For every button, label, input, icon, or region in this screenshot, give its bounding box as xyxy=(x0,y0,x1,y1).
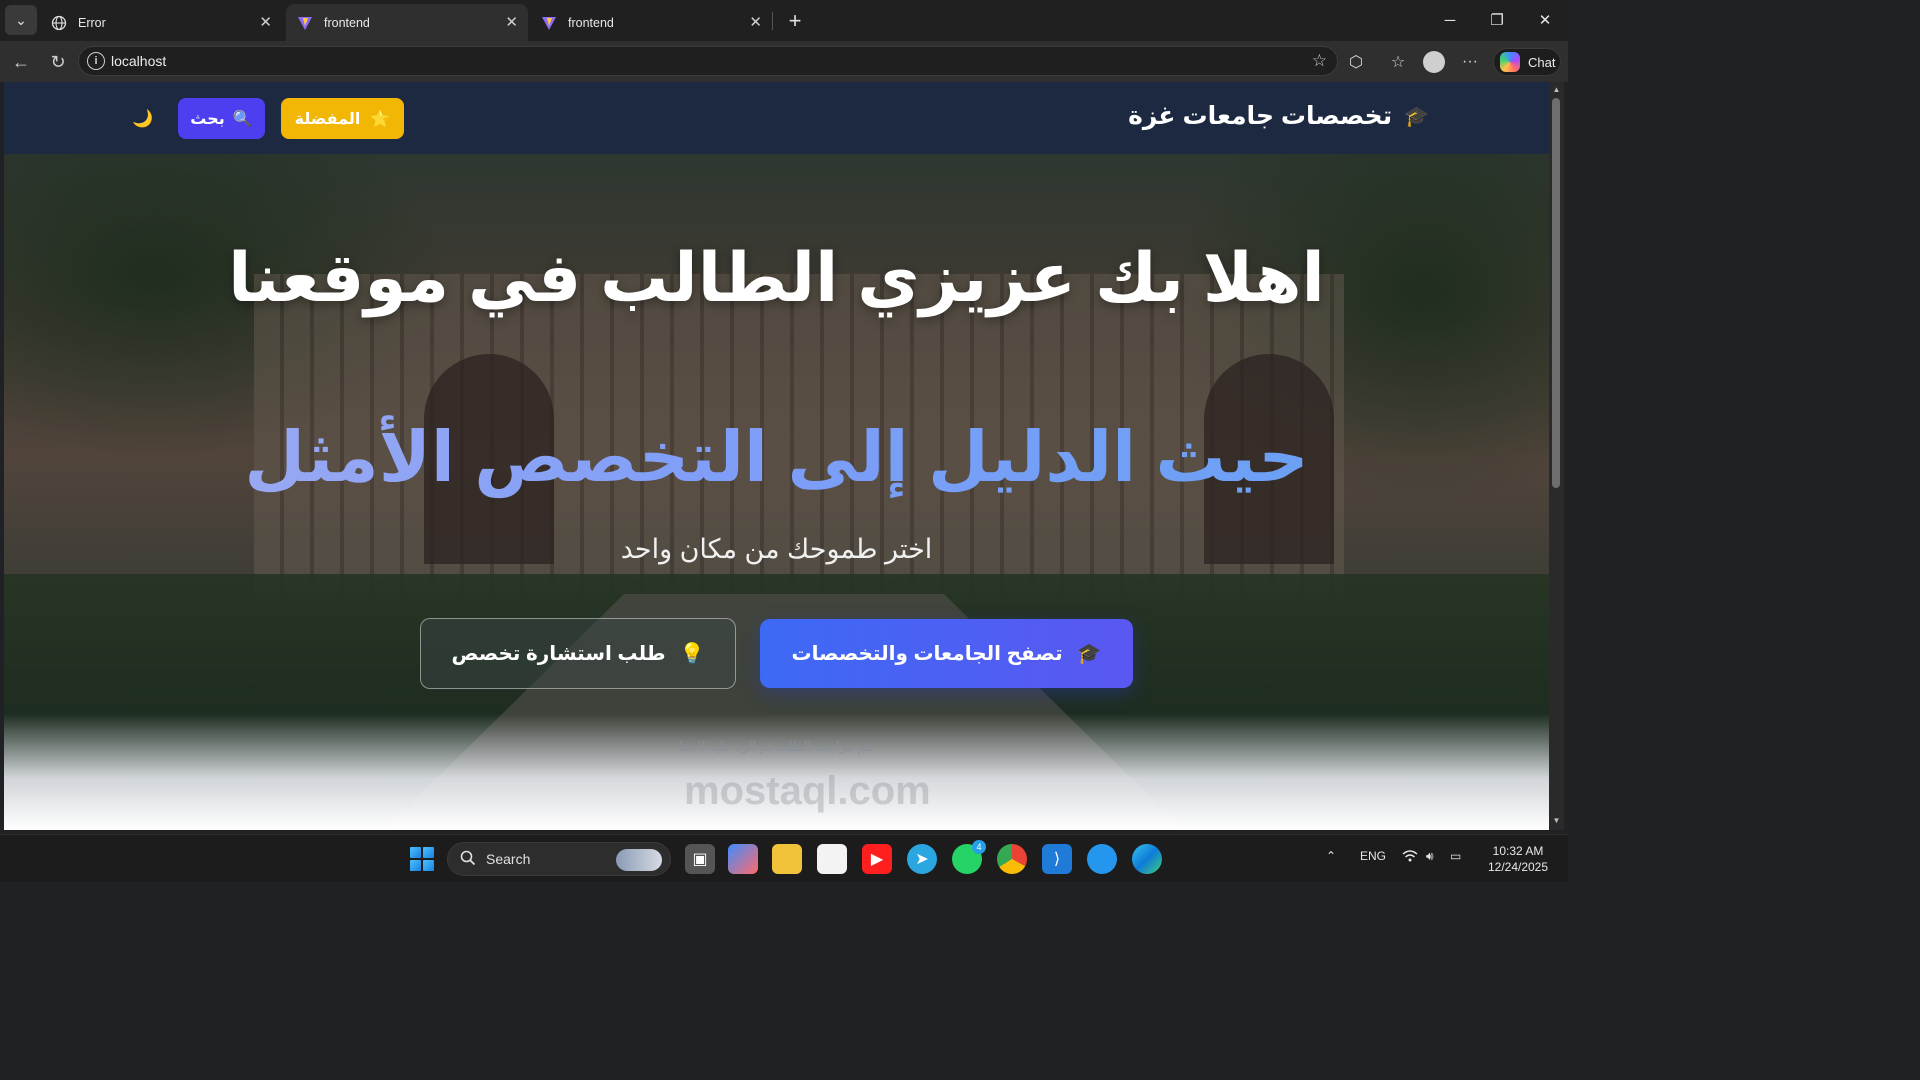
watermark: mostaql.com xyxy=(684,769,931,813)
system-clock[interactable]: 10:32 AM 12/24/2025 xyxy=(1480,843,1556,875)
chrome-icon[interactable] xyxy=(997,844,1027,874)
request-consultation-button[interactable]: 💡 طلب استشارة تخصص xyxy=(420,618,736,689)
tab-frontend-active[interactable]: frontend ✕ xyxy=(286,4,528,41)
volume-icon[interactable]: 🔊︎ xyxy=(1426,849,1434,864)
input-language[interactable]: ENG xyxy=(1360,849,1386,863)
graduation-cap-icon: 🎓 xyxy=(1404,105,1429,128)
close-tab-icon[interactable]: ✕ xyxy=(505,13,518,31)
task-view-icon[interactable]: ▣ xyxy=(685,844,715,874)
tab-actions-chevron-down-icon[interactable]: ⌄ xyxy=(5,5,37,35)
profile-avatar-icon[interactable] xyxy=(1423,51,1445,73)
scroll-up-icon[interactable]: ▲ xyxy=(1551,85,1562,95)
more-menu-icon[interactable]: ··· xyxy=(1459,51,1481,73)
copilot-chat-button[interactable]: Chat xyxy=(1493,48,1561,76)
consult-label: طلب استشارة تخصص xyxy=(451,643,666,665)
microsoft-store-icon[interactable] xyxy=(817,844,847,874)
site-header: 🎓 تخصصات جامعات غزة ⭐ المفضلة 🔍 بحث 🌙 xyxy=(4,82,1549,154)
graduation-cap-icon: 🎓 xyxy=(1076,643,1102,665)
close-tab-icon[interactable]: ✕ xyxy=(749,13,762,31)
back-arrow-icon[interactable]: ← xyxy=(8,49,34,75)
close-tab-icon[interactable]: ✕ xyxy=(259,13,272,31)
tab-divider xyxy=(772,12,773,30)
edge-icon[interactable] xyxy=(1132,844,1162,874)
brand-title: تخصصات جامعات غزة xyxy=(1128,102,1393,130)
docker-icon[interactable] xyxy=(1087,844,1117,874)
globe-icon xyxy=(50,14,68,32)
site-info-icon[interactable]: i xyxy=(87,52,105,70)
lightbulb-icon: 💡 xyxy=(679,643,705,665)
extensions-puzzle-icon[interactable]: ⬡ xyxy=(1345,51,1367,73)
windows-start-icon[interactable] xyxy=(410,847,434,871)
consultation-note: يتم مراجعة الطلب ثم الرد عليه لاحقا xyxy=(679,739,874,754)
tab-title: Error xyxy=(78,15,106,30)
address-bar[interactable]: i localhost ☆ xyxy=(78,46,1338,76)
hero-accent-title: حيث الدليل إلى التخصص الأمثل xyxy=(204,412,1349,502)
vscode-icon[interactable]: ⟩ xyxy=(1042,844,1072,874)
bookmark-star-icon[interactable]: ☆ xyxy=(1312,51,1327,71)
star-icon: ⭐ xyxy=(370,110,391,128)
browse-label: تصفح الجامعات والتخصصات xyxy=(791,643,1063,665)
favorites-list-icon[interactable]: ☆ xyxy=(1387,51,1409,73)
telegram-icon[interactable]: ➤ xyxy=(907,844,937,874)
notification-badge: 4 xyxy=(972,840,986,854)
site-brand[interactable]: 🎓 تخصصات جامعات غزة xyxy=(1128,101,1429,131)
clock-time: 10:32 AM xyxy=(1492,844,1544,858)
show-hidden-icons-chevron-up-icon[interactable]: ⌃ xyxy=(1326,849,1336,863)
favorites-label: المفضلة xyxy=(294,110,361,128)
copilot-label: Chat xyxy=(1528,54,1556,70)
scrollbar-thumb[interactable] xyxy=(1552,98,1560,488)
close-window-icon[interactable]: ✕ xyxy=(1530,8,1560,32)
clock-date: 12/24/2025 xyxy=(1487,860,1549,874)
tab-error[interactable]: Error ✕ xyxy=(40,4,282,41)
maximize-icon[interactable]: ❐ xyxy=(1482,8,1512,32)
search-button[interactable]: 🔍 بحث xyxy=(178,98,265,139)
taskbar-search[interactable]: Search xyxy=(447,842,671,876)
hero-subtitle: اختر طموحك من مكان واحد xyxy=(620,534,933,564)
url-text[interactable]: localhost xyxy=(111,53,166,69)
search-label: بحث xyxy=(190,110,225,128)
tab-frontend[interactable]: frontend ✕ xyxy=(530,4,772,41)
favorites-button[interactable]: ⭐ المفضلة xyxy=(281,98,404,139)
tab-title: frontend xyxy=(324,15,370,30)
wifi-icon[interactable] xyxy=(1402,849,1418,866)
battery-icon[interactable]: ▭ xyxy=(1450,849,1461,863)
page-viewport: 🎓 تخصصات جامعات غزة ⭐ المفضلة 🔍 بحث 🌙 اه… xyxy=(4,82,1549,830)
hero-section: اهلا بك عزيزي الطالب في موقعنا حيث الدلي… xyxy=(4,154,1549,830)
taskbar-search-label: Search xyxy=(486,851,531,867)
os-taskbar: Search ▣ ▶ ➤ 4 ⟩ ⌃ ENG 🔊︎ ▭ 10:32 AM 12/… xyxy=(0,834,1568,882)
search-icon xyxy=(460,850,476,869)
scroll-down-icon[interactable]: ▼ xyxy=(1551,816,1562,826)
browse-universities-button[interactable]: 🎓 تصفح الجامعات والتخصصات xyxy=(760,619,1133,688)
vite-icon xyxy=(296,14,314,32)
whatsapp-icon[interactable]: 4 xyxy=(952,840,986,874)
minimize-icon[interactable]: ─ xyxy=(1435,8,1465,32)
copilot-icon xyxy=(1500,52,1520,72)
tab-title: frontend xyxy=(568,15,614,30)
search-icon: 🔍 xyxy=(232,110,253,128)
reload-icon[interactable]: ↻ xyxy=(45,49,71,75)
search-highlight-image xyxy=(616,849,662,871)
youtube-icon[interactable]: ▶ xyxy=(862,844,892,874)
copilot-app-icon[interactable] xyxy=(728,844,758,874)
vite-icon xyxy=(540,14,558,32)
browser-toolbar: ← ↻ i localhost ☆ ⬡ ☆ ··· Chat xyxy=(0,41,1568,82)
browser-tab-strip: ⌄ Error ✕ frontend ✕ frontend ✕ + ─ ❐ ✕ xyxy=(0,0,1568,41)
hero-title: اهلا بك عزيزي الطالب في موقعنا xyxy=(228,240,1325,316)
dark-mode-moon-icon[interactable]: 🌙 xyxy=(130,106,156,132)
page-scrollbar[interactable]: ▲ ▼ xyxy=(1549,82,1564,830)
file-explorer-icon[interactable] xyxy=(772,844,802,874)
new-tab-plus-icon[interactable]: + xyxy=(782,8,808,34)
